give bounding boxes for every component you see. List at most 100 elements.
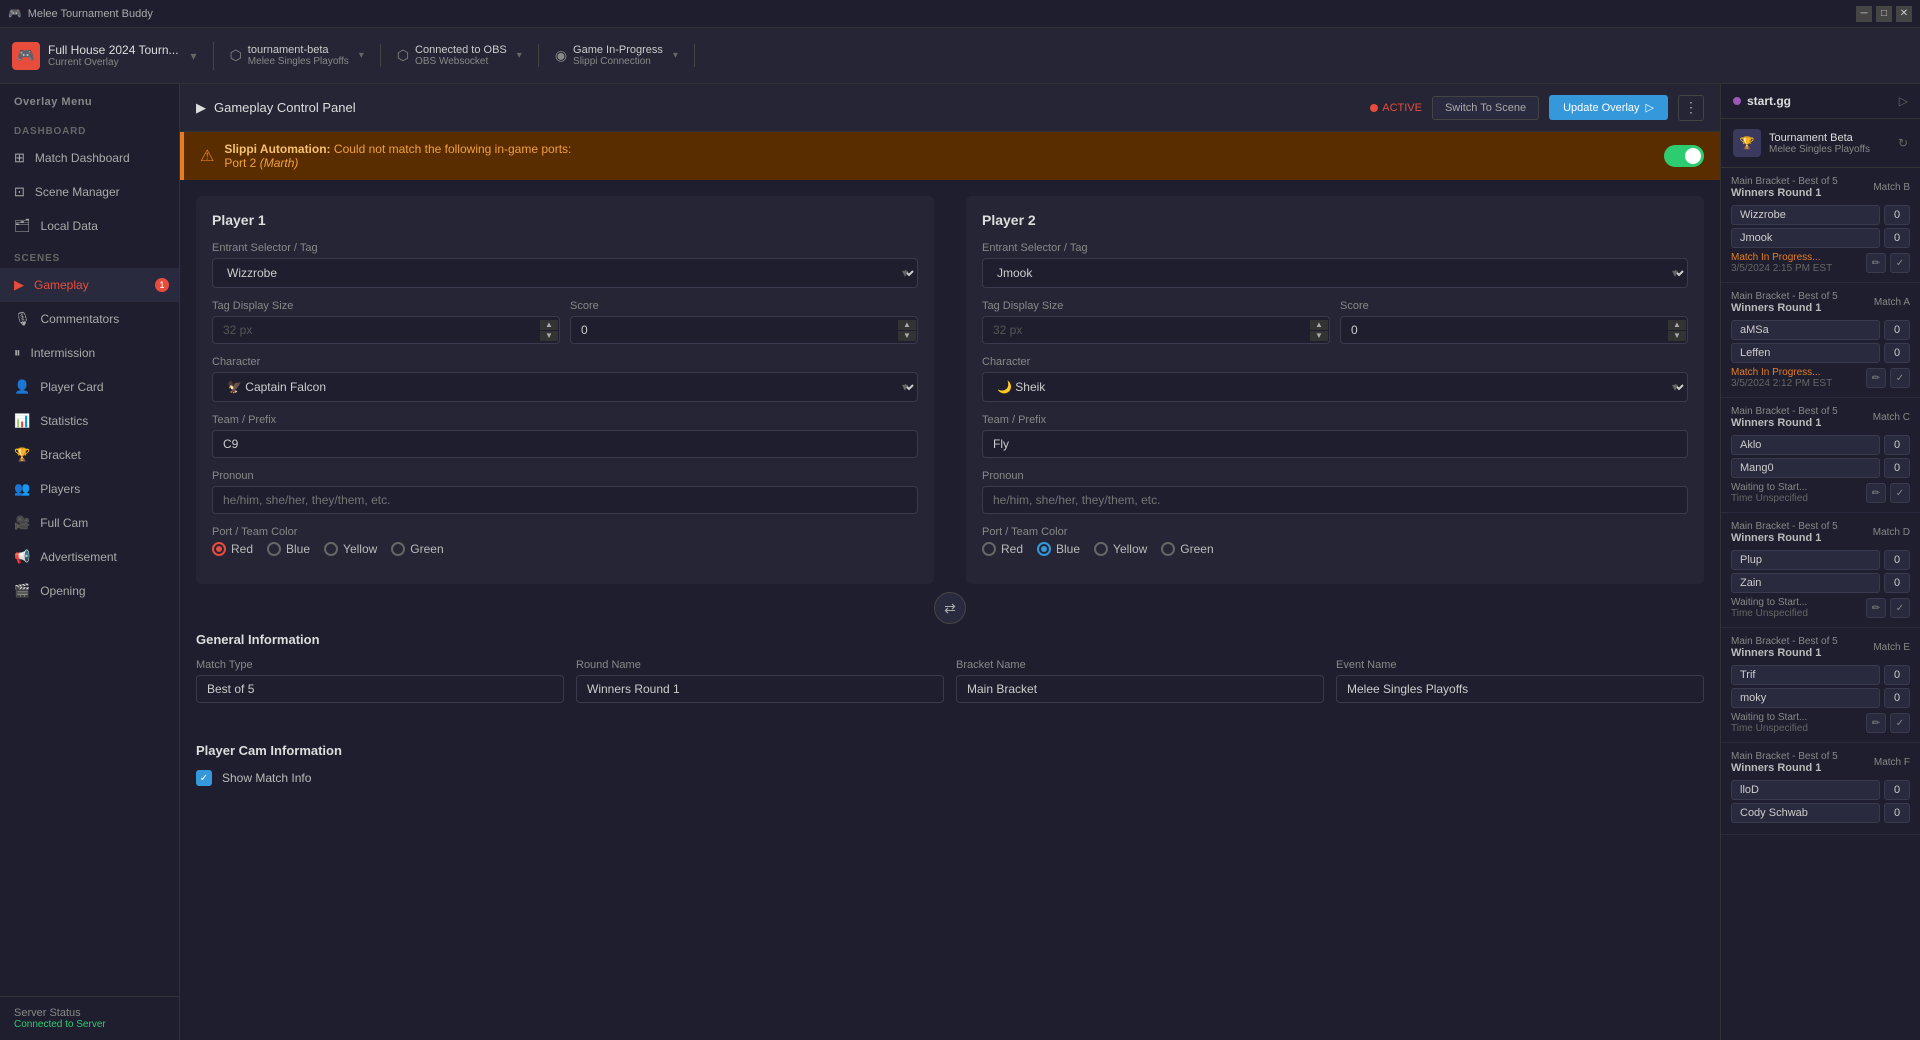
sidebar-item-local-data[interactable]: 🗂 Local Data [0,209,179,243]
match-e-letter: Match E [1873,642,1910,653]
switch-scene-button[interactable]: Switch To Scene [1432,96,1539,120]
toolbar-brand[interactable]: 🎮 Full House 2024 Tourn... Current Overl… [12,42,214,70]
full-cam-icon: 🎥 [14,515,30,531]
match-b-edit-button[interactable]: ✏ [1866,253,1886,273]
player2-color-radio-group: Red Blue Yellow [982,542,1688,556]
sidebar-item-intermission[interactable]: ⏸ Intermission [0,336,179,370]
match-b-player1-score: 0 [1884,205,1910,225]
sidebar-item-scene-manager[interactable]: ⊡ Scene Manager [0,175,179,209]
sidebar-item-statistics[interactable]: 📊 Statistics [0,404,179,438]
match-section-f: Main Bracket - Best of 5 Winners Round 1… [1721,743,1920,835]
match-d-check-button[interactable]: ✓ [1890,598,1910,618]
player1-tag-size-up[interactable]: ▲ [540,320,558,330]
match-type-label: Match Type [196,659,564,671]
sidebar-item-players[interactable]: 👥 Players [0,472,179,506]
player2-red-label: Red [1001,542,1023,556]
close-button[interactable]: ✕ [1896,6,1912,22]
bracket-name-input[interactable] [956,675,1324,703]
player1-team-input[interactable] [212,430,918,458]
player1-yellow-radio-circle [324,542,338,556]
match-e-edit-button[interactable]: ✏ [1866,713,1886,733]
match-c-check-button[interactable]: ✓ [1890,483,1910,503]
player2-entrant-group: Entrant Selector / Tag Jmook [982,242,1688,288]
swap-players-button[interactable]: ⇄ [934,592,966,624]
match-section-c: Main Bracket - Best of 5 Winners Round 1… [1721,398,1920,513]
sidebar-item-full-cam[interactable]: 🎥 Full Cam [0,506,179,540]
app-icon: 🎮 [8,7,22,20]
match-b-check-button[interactable]: ✓ [1890,253,1910,273]
match-a-check-button[interactable]: ✓ [1890,368,1910,388]
alert-toggle[interactable] [1664,145,1704,167]
match-d-edit-button[interactable]: ✏ [1866,598,1886,618]
connection-label: Connected to OBS [415,44,507,56]
more-options-button[interactable]: ⋮ [1678,95,1704,121]
player1-tag-size-input[interactable] [212,316,560,344]
match-b-actions: ✏ ✓ [1866,253,1910,273]
update-overlay-button[interactable]: Update Overlay ▷ [1549,95,1668,120]
player2-tag-size-up[interactable]: ▲ [1310,320,1328,330]
player2-character-select[interactable]: 🌙 Sheik [982,372,1688,402]
show-match-checkbox[interactable] [196,770,212,786]
player2-entrant-select[interactable]: Jmook [982,258,1688,288]
match-a-edit-button[interactable]: ✏ [1866,368,1886,388]
update-overlay-label: Update Overlay [1563,102,1639,114]
sidebar-item-gameplay[interactable]: ▶ Gameplay 1 [0,268,179,302]
player1-score-input[interactable] [570,316,918,344]
minimize-button[interactable]: ─ [1856,6,1872,22]
player1-color-red[interactable]: Red [212,542,253,556]
sidebar-item-match-dashboard[interactable]: ⊞ Match Dashboard [0,141,179,175]
match-e-status-text: Waiting to Start... [1731,712,1808,723]
event-name-input[interactable] [1336,675,1704,703]
player1-pronoun-input[interactable] [212,486,918,514]
sidebar-item-opening[interactable]: 🎬 Opening [0,574,179,608]
player1-score-down[interactable]: ▼ [898,331,916,341]
player1-entrant-group: Entrant Selector / Tag Wizzrobe [212,242,918,288]
player1-color-blue[interactable]: Blue [267,542,310,556]
player2-color-red[interactable]: Red [982,542,1023,556]
toolbar-obs-section[interactable]: ⬡ tournament-beta Melee Singles Playoffs… [214,44,381,67]
opening-label: Opening [40,584,85,598]
player1-entrant-select[interactable]: Wizzrobe [212,258,918,288]
match-c-edit-button[interactable]: ✏ [1866,483,1886,503]
player2-team-input[interactable] [982,430,1688,458]
player1-entrant-select-wrapper: Wizzrobe [212,258,918,288]
player1-port-label: Port / Team Color [212,526,918,538]
player1-color-green[interactable]: Green [391,542,443,556]
match-a-round: Winners Round 1 [1731,302,1838,314]
player2-green-label: Green [1180,542,1213,556]
player2-pronoun-input[interactable] [982,486,1688,514]
local-data-icon: 🗂 [14,218,31,234]
sidebar-item-commentators[interactable]: 🎙 Commentators [0,302,179,336]
restore-button[interactable]: □ [1876,6,1892,22]
tournament-refresh-button[interactable]: ↻ [1898,136,1908,150]
player1-character-select[interactable]: 🦅 Captain Falcon [212,372,918,402]
player1-color-yellow[interactable]: Yellow [324,542,377,556]
player2-score-input[interactable] [1340,316,1688,344]
toolbar-connection-section[interactable]: ⬡ Connected to OBS OBS Websocket ▾ [381,44,539,67]
toolbar-game-section[interactable]: ◉ Game In-Progress Slippi Connection ▾ [539,44,695,67]
player2-score-up[interactable]: ▲ [1668,320,1686,330]
titlebar-left: 🎮 Melee Tournament Buddy [8,7,153,20]
sidebar-item-bracket[interactable]: 🏆 Bracket [0,438,179,472]
brand-chevron: ▾ [191,49,197,63]
sidebar-item-player-card[interactable]: 👤 Player Card [0,370,179,404]
right-panel-expand-button[interactable]: ▷ [1899,94,1908,108]
swap-row: ⇄ [180,584,1720,632]
match-e-check-button[interactable]: ✓ [1890,713,1910,733]
player2-tag-size-input[interactable] [982,316,1330,344]
alert-character: (Marth) [260,156,299,170]
player2-score-down[interactable]: ▼ [1668,331,1686,341]
player2-color-blue[interactable]: Blue [1037,542,1080,556]
player2-color-group: Port / Team Color Red Blue [982,526,1688,556]
player2-color-yellow[interactable]: Yellow [1094,542,1147,556]
player2-color-green[interactable]: Green [1161,542,1213,556]
player1-score-up[interactable]: ▲ [898,320,916,330]
sidebar-item-advertisement[interactable]: 📢 Advertisement [0,540,179,574]
player2-tag-size-down[interactable]: ▼ [1310,331,1328,341]
match-d-bracket-info: Main Bracket - Best of 5 Winners Round 1 [1731,521,1838,544]
player1-tag-size-down[interactable]: ▼ [540,331,558,341]
match-type-input[interactable] [196,675,564,703]
players-icon: 👥 [14,481,30,497]
players-label: Players [40,482,80,496]
round-name-input[interactable] [576,675,944,703]
